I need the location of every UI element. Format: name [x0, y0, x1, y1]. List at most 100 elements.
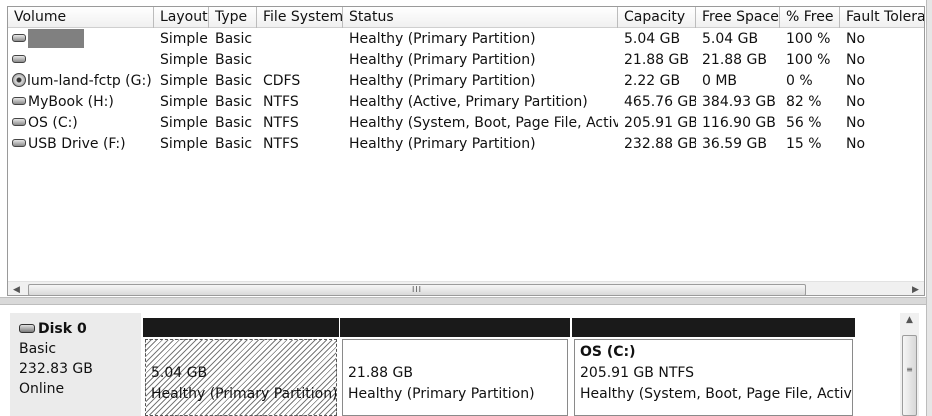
capacity-cell: 21.88 GB — [624, 52, 689, 68]
percent-free-cell: 0 % — [786, 73, 813, 89]
scroll-left-arrow-icon[interactable]: ◀ — [8, 282, 25, 295]
fault-tolerance-cell: No — [846, 94, 866, 110]
column-type[interactable]: Type — [209, 7, 257, 28]
vertical-scrollbar[interactable]: ▲ ≡ — [900, 313, 919, 416]
drive-icon — [12, 97, 26, 105]
partition-header-bar — [143, 318, 339, 337]
free-space-cell: 21.88 GB — [702, 52, 767, 68]
percent-free-cell: 82 % — [786, 94, 822, 110]
layout-cell: Simple — [160, 94, 208, 110]
free-space-cell: 5.04 GB — [702, 31, 759, 47]
vertical-scroll-thumb[interactable]: ≡ — [902, 335, 917, 416]
scroll-right-arrow-icon[interactable]: ▶ — [907, 282, 924, 295]
column-file-system[interactable]: File System — [257, 7, 343, 28]
partition-size: 5.04 GB — [151, 365, 208, 381]
partition-block[interactable]: OS (C:) 205.91 GB NTFS Healthy (System, … — [572, 318, 855, 416]
volume-row[interactable]: OS (C:) Simple Basic NTFS Healthy (Syste… — [8, 113, 924, 134]
volume-row[interactable]: Simple Basic Healthy (Primary Partition)… — [8, 50, 924, 71]
volume-name-cell: MyBook (H:) — [8, 92, 154, 113]
column-status[interactable]: Status — [343, 7, 618, 28]
fault-tolerance-cell: No — [846, 52, 866, 68]
disk-title: Disk 0 — [19, 319, 141, 339]
partition-size: 21.88 GB — [348, 365, 413, 381]
drive-icon — [12, 34, 26, 42]
drive-icon — [12, 118, 26, 126]
scroll-up-arrow-icon[interactable]: ▲ — [900, 315, 919, 325]
column-volume[interactable]: Volume — [8, 7, 154, 28]
type-cell: Basic — [215, 31, 253, 47]
volume-name: MyBook (H:) — [28, 94, 114, 110]
status-cell: Healthy (Active, Primary Partition) — [349, 94, 588, 110]
volume-row[interactable]: USB Drive (F:) Simple Basic NTFS Healthy… — [8, 134, 924, 155]
pane-splitter[interactable] — [0, 297, 932, 305]
capacity-cell: 5.04 GB — [624, 31, 681, 47]
column-percent-free[interactable]: % Free — [780, 7, 840, 28]
volume-name-cell — [8, 29, 154, 50]
type-cell: Basic — [215, 73, 253, 89]
disk-type: Basic — [19, 341, 57, 357]
disk-info-panel[interactable]: Disk 0 Basic 232.83 GB Online — [10, 313, 141, 416]
fault-tolerance-cell: No — [846, 73, 866, 89]
layout-cell: Simple — [160, 52, 208, 68]
disk-map-pane: Disk 0 Basic 232.83 GB Online 5.04 GB He… — [7, 305, 932, 416]
free-space-cell: 384.93 GB — [702, 94, 776, 110]
partition-name: OS (C:) — [580, 344, 636, 360]
disk-title-label: Disk 0 — [38, 321, 87, 337]
volume-row[interactable]: Simple Basic Healthy (Primary Partition)… — [8, 29, 924, 50]
column-capacity[interactable]: Capacity — [618, 7, 696, 28]
volume-list[interactable]: Volume Layout Type File System Status Ca… — [7, 6, 925, 296]
cd-drive-icon — [12, 73, 26, 87]
partition-body[interactable]: OS (C:) 205.91 GB NTFS Healthy (System, … — [574, 339, 853, 416]
capacity-cell: 2.22 GB — [624, 73, 681, 89]
partition-size: 205.91 GB NTFS — [580, 365, 695, 381]
column-free-space[interactable]: Free Space — [696, 7, 780, 28]
disk-state: Online — [19, 381, 65, 397]
type-cell: Basic — [215, 94, 253, 110]
status-cell: Healthy (Primary Partition) — [349, 52, 536, 68]
status-cell: Healthy (System, Boot, Page File, Activ.… — [349, 115, 618, 131]
percent-free-cell: 15 % — [786, 136, 822, 152]
partition-block[interactable]: 5.04 GB Healthy (Primary Partition) — [143, 318, 339, 416]
volume-name-cell: OS (C:) — [8, 113, 154, 134]
column-layout[interactable]: Layout — [154, 7, 209, 28]
volume-row[interactable]: MyBook (H:) Simple Basic NTFS Healthy (A… — [8, 92, 924, 113]
type-cell: Basic — [215, 52, 253, 68]
window-right-edge — [926, 0, 932, 416]
capacity-cell: 205.91 GB — [624, 115, 696, 131]
partition-header-bar — [340, 318, 570, 337]
percent-free-cell: 100 % — [786, 52, 831, 68]
horizontal-scrollbar[interactable]: ◀ III ▶ — [8, 281, 924, 295]
free-space-cell: 116.90 GB — [702, 115, 776, 131]
file-system-cell: CDFS — [263, 73, 301, 89]
partition-status: Healthy (Primary Partition) — [151, 386, 337, 402]
partition-body[interactable]: 5.04 GB Healthy (Primary Partition) — [145, 339, 337, 416]
fault-tolerance-cell: No — [846, 136, 866, 152]
capacity-cell: 465.76 GB — [624, 94, 696, 110]
column-header-row: Volume Layout Type File System Status Ca… — [8, 7, 924, 28]
redacted-volume-name — [28, 29, 84, 48]
percent-free-cell: 100 % — [786, 31, 831, 47]
status-cell: Healthy (Primary Partition) — [349, 136, 536, 152]
column-fault-tolerance[interactable]: Fault Tolera — [840, 7, 924, 28]
file-system-cell: NTFS — [263, 94, 299, 110]
partition-status: Healthy (System, Boot, Page File, Active… — [580, 386, 853, 402]
drive-icon — [12, 139, 26, 147]
layout-cell: Simple — [160, 115, 208, 131]
volume-name: lum-land-fctp (G:) — [27, 73, 152, 89]
percent-free-cell: 56 % — [786, 115, 822, 131]
file-system-cell — [257, 29, 343, 50]
layout-cell: Simple — [160, 31, 208, 47]
layout-cell: Simple — [160, 73, 208, 89]
free-space-cell: 36.59 GB — [702, 136, 767, 152]
free-space-cell: 0 MB — [702, 73, 738, 89]
volume-name: OS (C:) — [28, 115, 78, 131]
drive-icon — [12, 55, 26, 63]
partition-block[interactable]: 21.88 GB Healthy (Primary Partition) — [340, 318, 570, 416]
volume-row[interactable]: lum-land-fctp (G:) Simple Basic CDFS Hea… — [8, 71, 924, 92]
partition-body[interactable]: 21.88 GB Healthy (Primary Partition) — [342, 339, 568, 416]
horizontal-scroll-thumb[interactable]: III — [28, 284, 806, 295]
fault-tolerance-cell: No — [846, 31, 866, 47]
type-cell: Basic — [215, 136, 253, 152]
layout-cell: Simple — [160, 136, 208, 152]
partition-status: Healthy (Primary Partition) — [348, 386, 535, 402]
